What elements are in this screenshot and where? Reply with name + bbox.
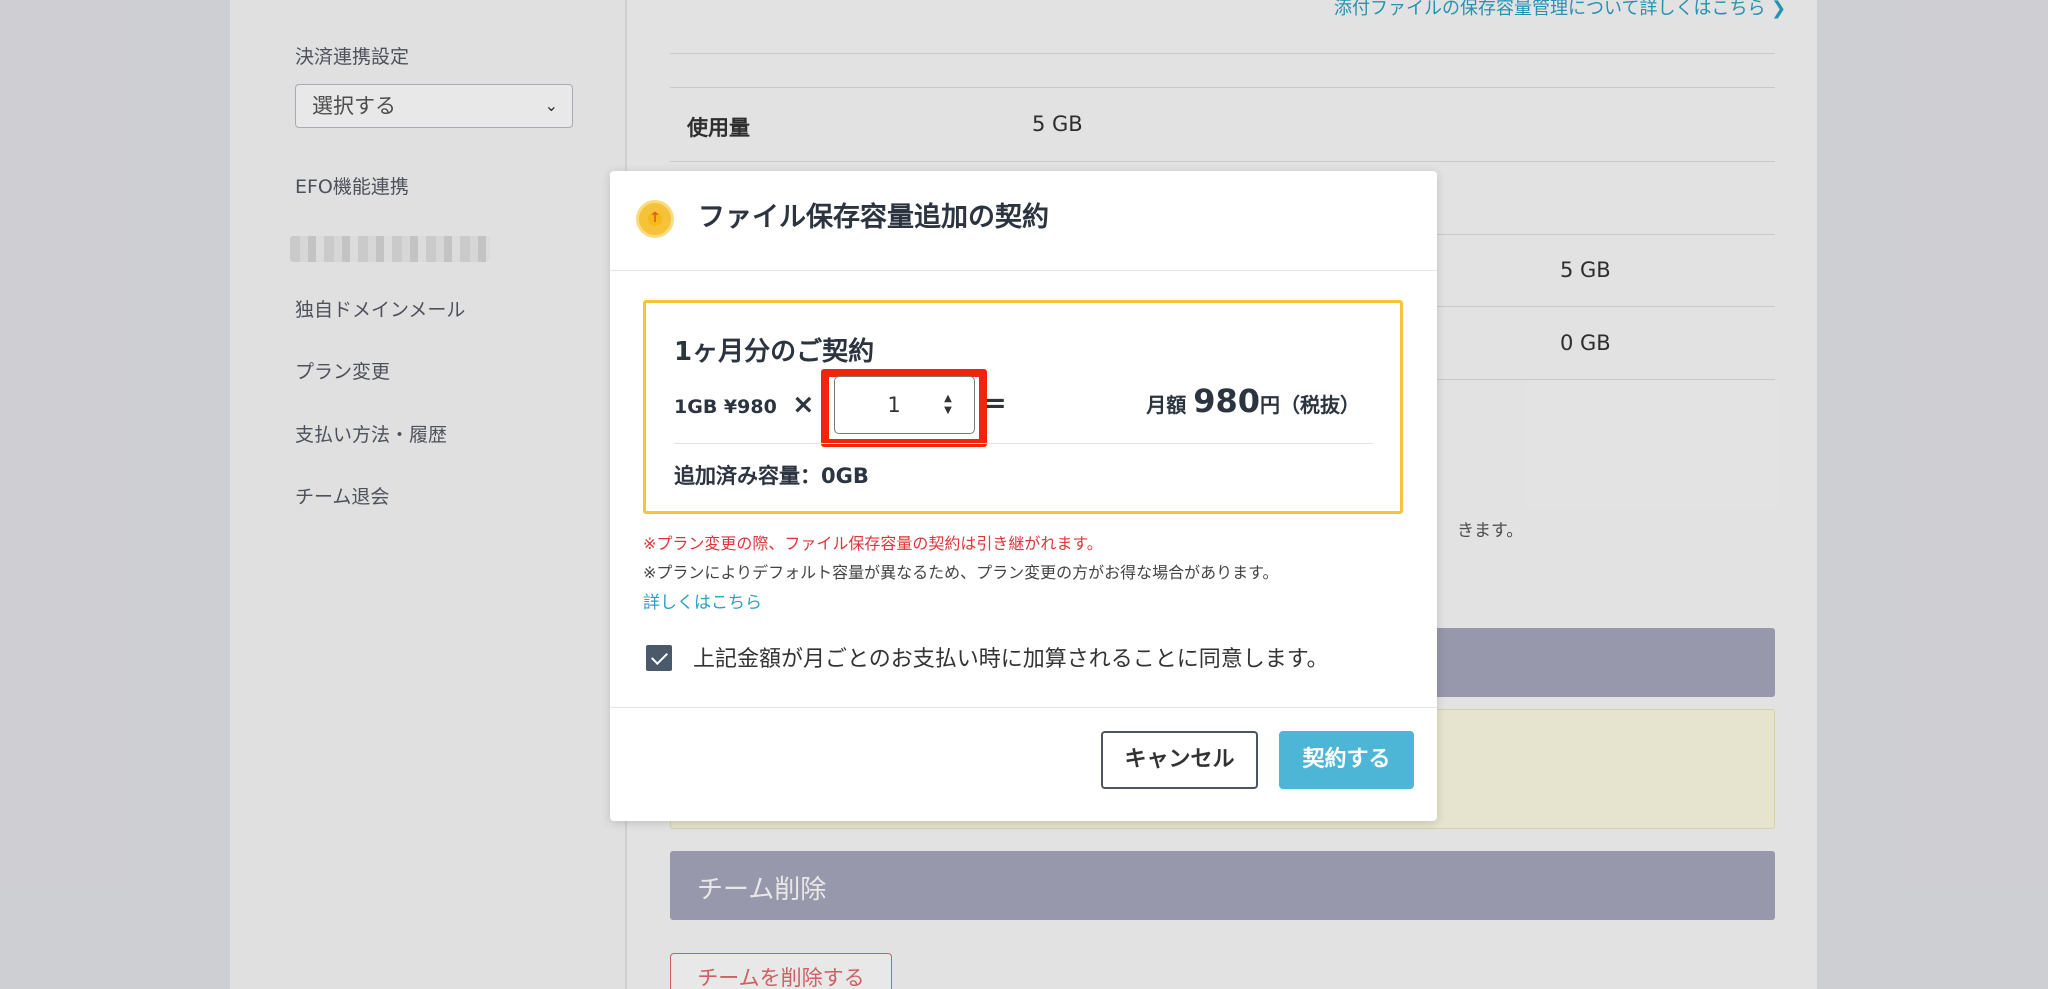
details-link[interactable]: 詳しくはこちら	[643, 588, 762, 613]
quantity-value: 1	[887, 393, 901, 417]
unit-price: 1GB ¥980	[674, 396, 777, 418]
plan-note: ※プランによりデフォルト容量が異なるため、プラン変更の方がお得な場合があります。	[643, 563, 1279, 582]
plan-change-warning: ※プラン変更の際、ファイル保存容量の契約は引き継がれます。	[643, 534, 1103, 553]
storage-contract-modal: ↑ ファイル保存容量追加の契約 1ヶ月分のご契約 1GB ¥980 × 1 ▲ …	[610, 171, 1437, 821]
divider	[610, 707, 1437, 708]
coin-upload-icon: ↑	[636, 200, 674, 238]
quantity-stepper[interactable]: 1 ▲ ▼	[834, 376, 975, 434]
modal-title: ファイル保存容量追加の契約	[698, 202, 1049, 233]
monthly-prefix: 月額	[1146, 393, 1187, 417]
spinner[interactable]: ▲ ▼	[942, 393, 954, 417]
divider	[674, 443, 1373, 444]
agree-checkbox[interactable]	[646, 645, 672, 671]
agree-label[interactable]: 上記金額が月ごとのお支払い時に加算されることに同意します。	[693, 641, 1329, 673]
monthly-price: 月額 980円（税抜）	[1146, 382, 1360, 420]
contract-heading: 1ヶ月分のご契約	[674, 337, 875, 367]
added-capacity: 追加済み容量：0GB	[674, 464, 869, 488]
modal-header: ↑ ファイル保存容量追加の契約	[610, 171, 1437, 271]
times-sign: ×	[792, 389, 815, 420]
monthly-suffix: 円（税抜）	[1260, 393, 1360, 417]
cancel-button[interactable]: キャンセル	[1101, 731, 1258, 789]
monthly-amount: 980	[1193, 382, 1260, 420]
contract-box: 1ヶ月分のご契約 1GB ¥980 × 1 ▲ ▼ = 月額 980円（税抜） …	[643, 300, 1403, 514]
contract-submit-button[interactable]: 契約する	[1279, 731, 1414, 789]
equals-sign: =	[984, 388, 1007, 419]
decrement-icon[interactable]: ▼	[942, 405, 954, 417]
increment-icon[interactable]: ▲	[942, 393, 954, 405]
